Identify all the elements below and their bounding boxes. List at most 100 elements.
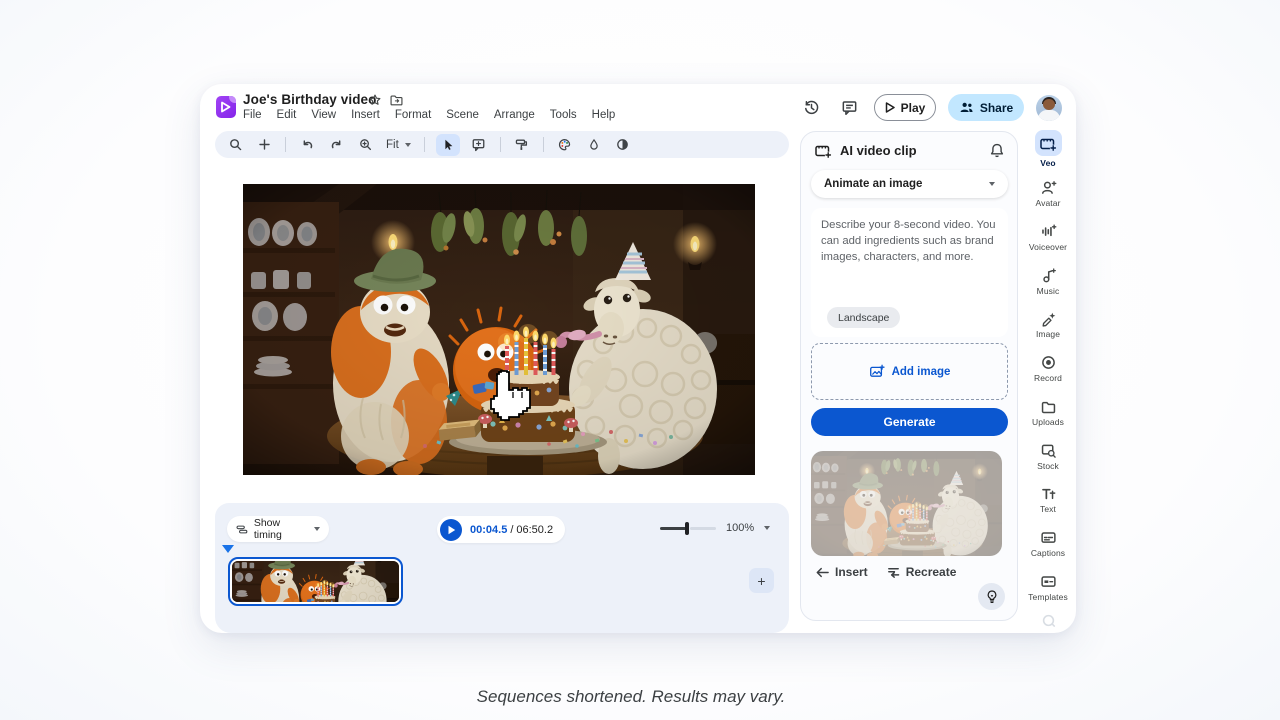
toolbar-divider [424,137,425,152]
add-scene-button[interactable]: + [749,568,774,593]
captions-icon [1040,529,1057,546]
menu-arrange[interactable]: Arrange [494,109,535,121]
canvas-image[interactable] [243,184,755,475]
menu-edit[interactable]: Edit [277,109,297,121]
search-tools-button[interactable] [225,135,245,155]
sidebar-item-image[interactable]: Image [1020,310,1076,339]
editor-toolbar: Fit [215,131,789,158]
avatar-plus-icon [1040,179,1057,196]
sidebar-item-uploads[interactable]: Uploads [1020,398,1076,427]
theme-colors-button[interactable] [555,135,575,155]
sidebar-item-record[interactable]: Record [1020,354,1076,383]
timing-bars-icon [236,523,248,536]
show-timing-toggle[interactable]: Show timing [227,516,329,542]
share-people-icon [959,101,974,114]
menu-view[interactable]: View [311,109,336,121]
voiceover-icon [1040,223,1057,240]
play-button[interactable]: Play [874,94,936,121]
add-button[interactable] [254,135,274,155]
add-comment-button[interactable] [469,135,489,155]
sidebar-item-music[interactable]: Music [1020,267,1076,296]
zoom-in-icon [358,137,373,152]
toolbar-divider [285,137,286,152]
recreate-icon [886,565,901,579]
menu-help[interactable]: Help [592,109,616,121]
partial-circle-icon [1040,612,1057,629]
playback-controls: 00:04.5 / 06:50.2 [437,516,565,543]
mode-dropdown[interactable]: Animate an image [811,170,1008,198]
zoom-fit-dropdown[interactable]: Fit [384,139,413,151]
menu-file[interactable]: File [243,109,262,121]
chevron-down-icon [405,143,411,147]
ai-video-clip-panel: AI video clip Animate an image Landscape… [800,131,1018,621]
slider-thumb[interactable] [685,522,689,535]
prompt-input[interactable] [821,217,998,285]
total-duration: 06:50.2 [516,524,553,536]
play-glyph-icon [220,101,231,113]
stock-media-icon [1040,442,1057,459]
paint-format-button[interactable] [512,135,532,155]
insert-button[interactable]: Insert [815,565,868,579]
sidebar-item-text[interactable]: Text [1020,485,1076,514]
redo-button[interactable] [326,135,346,155]
current-time: 00:04.5 [470,524,507,536]
lightbulb-icon [985,589,999,604]
undo-icon [300,137,315,152]
vids-app-icon[interactable] [216,96,236,118]
app-window: Joe's Birthday video File Edit View Inse… [200,84,1076,633]
sidebar-item-stock[interactable]: Stock [1020,442,1076,471]
toolbar-divider [543,137,544,152]
adjust-transition-button[interactable] [613,135,633,155]
generated-clip-preview[interactable] [811,451,1002,556]
play-triangle-icon [885,102,895,113]
folder-icon [1040,398,1057,415]
version-history-button[interactable] [798,95,824,121]
timeline-clip-thumbnail[interactable] [228,557,403,606]
menu-insert[interactable]: Insert [351,109,380,121]
playhead-marker[interactable] [222,545,234,553]
star-icon[interactable] [368,93,382,107]
comment-add-icon [471,137,486,152]
tips-button[interactable] [978,583,1005,610]
share-button[interactable]: Share [948,94,1024,121]
menu-format[interactable]: Format [395,109,431,121]
sidebar-item-captions[interactable]: Captions [1020,529,1076,558]
sidebar-item-avatar[interactable]: Avatar [1020,179,1076,208]
aspect-ratio-chip[interactable]: Landscape [827,307,900,328]
document-title[interactable]: Joe's Birthday video [243,92,377,107]
slider-track-empty [690,527,716,530]
palette-icon [557,137,572,152]
panel-title: AI video clip [840,143,989,158]
move-to-folder-icon[interactable] [389,93,404,107]
chevron-down-icon[interactable] [764,526,770,530]
text-icon [1040,485,1057,502]
recreate-button[interactable]: Recreate [886,565,957,579]
zoom-button[interactable] [355,135,375,155]
comments-button[interactable] [836,95,862,121]
account-avatar[interactable] [1036,95,1062,121]
bell-icon[interactable] [989,142,1005,159]
background-fill-button[interactable] [584,135,604,155]
avatar-face [1043,99,1055,110]
sidebar-item-voiceover[interactable]: Voiceover [1020,223,1076,252]
menu-scene[interactable]: Scene [446,109,479,121]
redo-icon [329,137,344,152]
sidebar-item-veo[interactable]: Veo [1020,130,1076,168]
add-image-button[interactable]: Add image [811,343,1008,400]
zoom-level-value[interactable]: 100% [726,522,754,534]
history-icon [803,99,820,116]
prompt-container: Landscape [811,208,1008,337]
timeline-play-button[interactable] [440,519,462,541]
arrow-left-icon [815,566,830,579]
undo-button[interactable] [297,135,317,155]
sidebar-item-templates[interactable]: Templates [1020,573,1076,602]
avatar-shirt [1038,110,1060,121]
select-tool-button[interactable] [436,134,460,156]
generate-button[interactable]: Generate [811,408,1008,436]
ai-clip-icon [814,142,832,159]
droplet-icon [587,137,601,152]
preview-image [811,451,1002,556]
timeline-zoom-slider[interactable] [660,521,716,535]
menu-tools[interactable]: Tools [550,109,577,121]
timecode-display: 00:04.5 / 06:50.2 [470,524,553,536]
